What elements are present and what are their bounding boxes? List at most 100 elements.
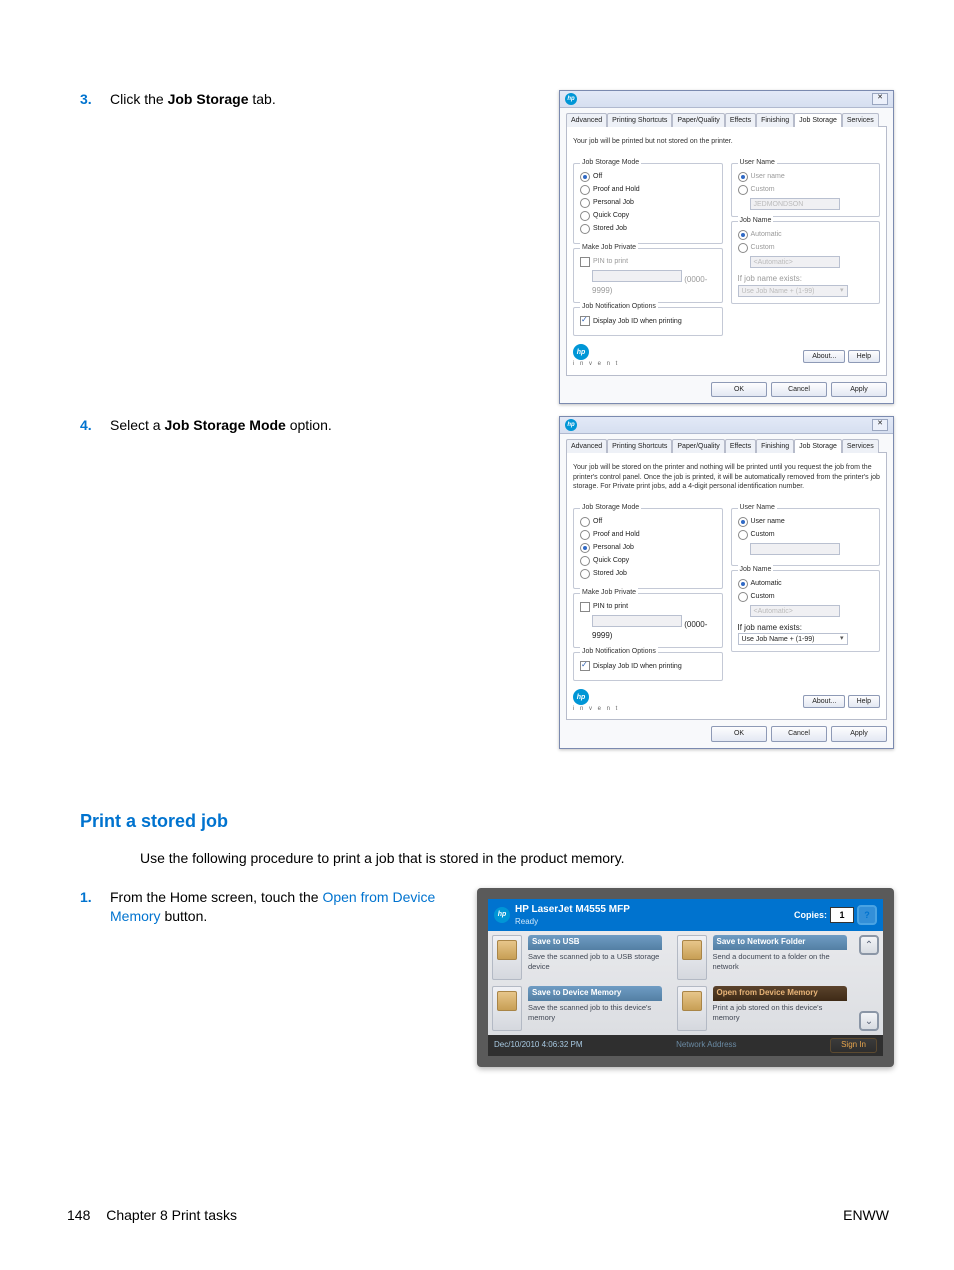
printer-model: HP LaserJet M4555 MFP	[515, 904, 630, 915]
hp-logo-icon: hp	[573, 689, 589, 705]
about-button[interactable]: About...	[803, 695, 845, 708]
jobname-input: <Automatic>	[750, 256, 840, 268]
tab-job-storage[interactable]: Job Storage	[794, 113, 842, 127]
tab-effects[interactable]: Effects	[725, 113, 756, 127]
step-4: 4. Select a Job Storage Mode option. hp …	[80, 416, 894, 749]
step-text: From the Home screen, touch the Open fro…	[110, 888, 477, 926]
dialog-tabs: Advanced Printing Shortcuts Paper/Qualit…	[566, 112, 887, 126]
mode-description: Your job will be stored on the printer a…	[573, 463, 880, 491]
help-icon[interactable]: ?	[857, 905, 877, 925]
page-footer: 148 Chapter 8 Print tasks ENWW	[67, 1206, 889, 1225]
mode-proof[interactable]: Proof and Hold	[580, 530, 716, 540]
tab-advanced[interactable]: Advanced	[566, 439, 607, 453]
step-3: 3. Click the Job Storage tab. hp ✕ Advan…	[80, 90, 894, 404]
mode-proof[interactable]: Proof and Hold	[580, 185, 716, 195]
display-jobid-check[interactable]: Display Job ID when printing	[580, 661, 716, 671]
dialog-titlebar: hp ✕	[560, 417, 893, 434]
mode-personal[interactable]: Personal Job	[580, 543, 716, 553]
username-custom[interactable]: Custom	[738, 530, 874, 540]
mode-off[interactable]: Off	[580, 172, 716, 182]
tab-panel: Your job will be stored on the printer a…	[566, 452, 887, 720]
group-notify: Job Notification Options Display Job ID …	[573, 652, 723, 681]
username-user[interactable]: User name	[738, 517, 874, 527]
footer-right: ENWW	[843, 1206, 889, 1225]
apply-button[interactable]: Apply	[831, 382, 887, 397]
jobname-input: <Automatic>	[750, 605, 840, 617]
group-jobmode: Job Storage Mode Off Proof and Hold Pers…	[573, 163, 723, 244]
group-username: User Name User name Custom JEDMONDSON	[731, 163, 881, 217]
tab-services[interactable]: Services	[842, 439, 879, 453]
group-make-private: Make Job Private PIN to print (0000-9999…	[573, 248, 723, 304]
group-username: User Name User name Custom	[731, 508, 881, 566]
substep-1: 1. From the Home screen, touch the Open …	[80, 888, 894, 1067]
tab-paper[interactable]: Paper/Quality	[672, 439, 724, 453]
step-text: Click the Job Storage tab.	[110, 90, 490, 109]
step-number: 1.	[80, 888, 110, 907]
tab-finishing[interactable]: Finishing	[756, 113, 794, 127]
tab-services[interactable]: Services	[842, 113, 879, 127]
tab-advanced[interactable]: Advanced	[566, 113, 607, 127]
dialog-tabs: Advanced Printing Shortcuts Paper/Qualit…	[566, 438, 887, 452]
apply-button[interactable]: Apply	[831, 726, 887, 741]
tab-shortcuts[interactable]: Printing Shortcuts	[607, 113, 672, 127]
mode-quick[interactable]: Quick Copy	[580, 556, 716, 566]
device-memory-icon	[492, 986, 522, 1031]
group-notify: Job Notification Options Display Job ID …	[573, 307, 723, 336]
panel-footer: Dec/10/2010 4:06:32 PM Network Address S…	[488, 1035, 883, 1056]
group-make-private: Make Job Private PIN to print (0000-9999…	[573, 593, 723, 649]
jobname-auto[interactable]: Automatic	[738, 579, 874, 589]
mode-personal[interactable]: Personal Job	[580, 198, 716, 208]
print-properties-dialog-off: hp ✕ Advanced Printing Shortcuts Paper/Q…	[559, 90, 894, 404]
network-folder-icon	[677, 935, 707, 980]
ok-button[interactable]: OK	[711, 726, 767, 741]
pin-check[interactable]: PIN to print	[580, 602, 716, 612]
tab-paper[interactable]: Paper/Quality	[672, 113, 724, 127]
ok-button[interactable]: OK	[711, 382, 767, 397]
tab-finishing[interactable]: Finishing	[756, 439, 794, 453]
cancel-button[interactable]: Cancel	[771, 726, 827, 741]
page-number: 148	[67, 1207, 90, 1223]
cancel-button[interactable]: Cancel	[771, 382, 827, 397]
jobname-exists-select: Use Job Name + (1-99)	[738, 285, 848, 297]
hp-logo-icon: hp	[573, 344, 589, 360]
close-icon[interactable]: ✕	[872, 93, 888, 105]
username-input	[750, 543, 840, 555]
jobname-exists-select[interactable]: Use Job Name + (1-99)	[738, 633, 848, 645]
help-button[interactable]: Help	[848, 695, 880, 708]
print-properties-dialog-personal: hp ✕ Advanced Printing Shortcuts Paper/Q…	[559, 416, 894, 749]
tab-effects[interactable]: Effects	[725, 439, 756, 453]
close-icon[interactable]: ✕	[872, 419, 888, 431]
scroll-up-icon[interactable]: ⌃	[859, 935, 879, 955]
mode-off[interactable]: Off	[580, 517, 716, 527]
mode-stored[interactable]: Stored Job	[580, 224, 716, 234]
group-jobmode: Job Storage Mode Off Proof and Hold Pers…	[573, 508, 723, 589]
btn-save-to-network[interactable]: Save to Network Folder Send a document t…	[677, 935, 847, 980]
step-number: 4.	[80, 416, 110, 435]
about-button[interactable]: About...	[803, 350, 845, 363]
scroll-down-icon[interactable]: ⌄	[859, 1011, 879, 1031]
chapter-label: Chapter 8 Print tasks	[106, 1207, 237, 1223]
copies-input[interactable]: 1	[830, 907, 854, 923]
tab-job-storage[interactable]: Job Storage	[794, 439, 842, 453]
sign-in-button[interactable]: Sign In	[830, 1038, 877, 1053]
btn-save-to-device[interactable]: Save to Device Memory Save the scanned j…	[492, 986, 662, 1031]
btn-open-from-device[interactable]: Open from Device Memory Print a job stor…	[677, 986, 847, 1031]
panel-datetime: Dec/10/2010 4:06:32 PM	[494, 1040, 583, 1051]
help-button[interactable]: Help	[848, 350, 880, 363]
pin-input	[592, 615, 682, 627]
tab-shortcuts[interactable]: Printing Shortcuts	[607, 439, 672, 453]
mode-description: Your job will be printed but not stored …	[573, 137, 880, 146]
usb-icon	[492, 935, 522, 980]
btn-save-to-usb[interactable]: Save to USB Save the scanned job to a US…	[492, 935, 662, 980]
copies-label: Copies:	[794, 909, 827, 921]
network-address-button[interactable]: Network Address	[676, 1040, 736, 1051]
hp-icon: hp	[565, 93, 577, 105]
printer-home-screen: hp HP LaserJet M4555 MFP Ready Copies: 1…	[477, 888, 894, 1067]
section-intro: Use the following procedure to print a j…	[140, 849, 894, 868]
open-device-memory-icon	[677, 986, 707, 1031]
jobname-custom[interactable]: Custom	[738, 592, 874, 602]
mode-quick[interactable]: Quick Copy	[580, 211, 716, 221]
mode-stored[interactable]: Stored Job	[580, 569, 716, 579]
pin-input	[592, 270, 682, 282]
display-jobid-check[interactable]: Display Job ID when printing	[580, 316, 716, 326]
